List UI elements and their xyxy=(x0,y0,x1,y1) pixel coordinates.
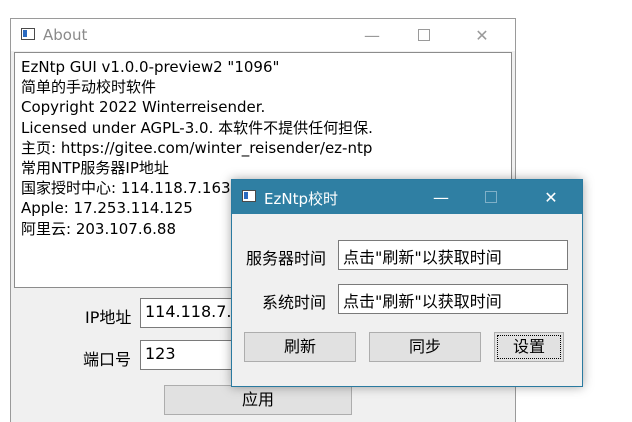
port-label: 端口号 xyxy=(83,350,132,369)
app-window-icon xyxy=(21,28,35,40)
about-line: 主页: https://gitee.com/winter_reisender/e… xyxy=(21,138,373,157)
ezntp-titlebar[interactable]: EzNtp校时 — ✕ xyxy=(232,180,582,214)
about-maximize-button[interactable] xyxy=(401,19,447,51)
ezntp-close-button[interactable]: ✕ xyxy=(528,180,574,214)
about-line: Copyright 2022 Winterreisender. xyxy=(21,98,266,117)
about-titlebar[interactable]: About — ✕ xyxy=(11,19,515,51)
system-time-label: 系统时间 xyxy=(262,293,327,312)
maximize-icon xyxy=(485,191,497,203)
system-time-field[interactable]: 点击"刷新"以获取时间 xyxy=(338,284,568,314)
refresh-button[interactable]: 刷新 xyxy=(244,332,356,362)
about-line: EzNtp GUI v1.0.0-preview2 "1096" xyxy=(21,58,280,76)
server-time-field[interactable]: 点击"刷新"以获取时间 xyxy=(338,240,568,270)
sync-button[interactable]: 同步 xyxy=(369,332,481,362)
ezntp-title: EzNtp校时 xyxy=(264,190,338,208)
maximize-icon xyxy=(418,29,430,41)
server-time-label: 服务器时间 xyxy=(246,249,327,268)
ip-label: IP地址 xyxy=(85,308,132,327)
about-line: Licensed under AGPL-3.0. 本软件不提供任何担保. xyxy=(21,118,373,137)
ezntp-minimize-button[interactable]: — xyxy=(418,180,464,214)
settings-button[interactable]: 设置 xyxy=(494,332,564,362)
about-title: About xyxy=(43,26,88,44)
about-close-button[interactable]: ✕ xyxy=(459,19,505,51)
ezntp-maximize-button[interactable] xyxy=(468,180,514,214)
ezntp-window: EzNtp校时 — ✕ 服务器时间 点击"刷新"以获取时间 系统时间 点击"刷新… xyxy=(231,179,583,387)
apply-button[interactable]: 应用 xyxy=(164,385,352,415)
about-minimize-button[interactable]: — xyxy=(349,19,395,51)
about-line: 常用NTP服务器IP地址 xyxy=(21,159,169,178)
app-window-icon xyxy=(242,190,256,202)
about-line: 简单的手动校时软件 xyxy=(21,78,157,97)
